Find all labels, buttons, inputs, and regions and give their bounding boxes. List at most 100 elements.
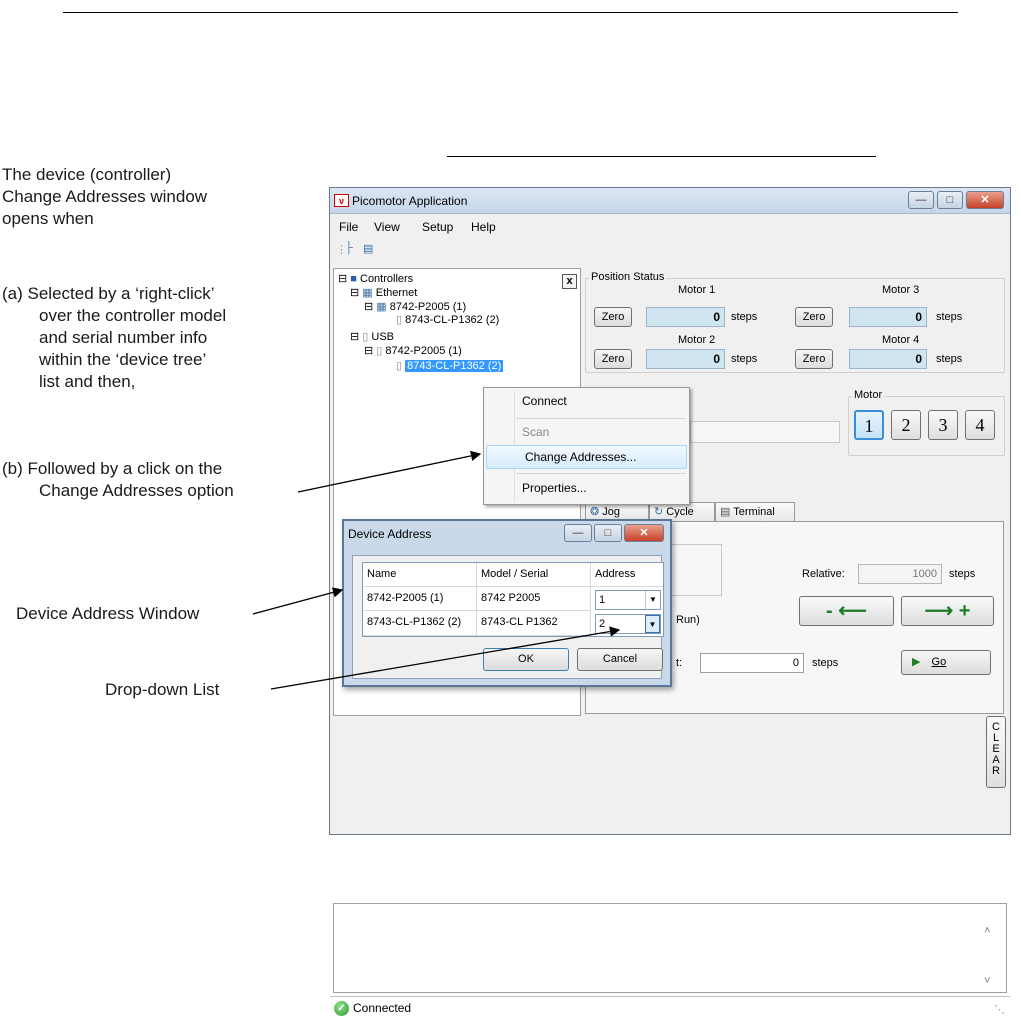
target-units: steps — [812, 657, 839, 669]
column-header-address[interactable]: Address — [591, 563, 663, 587]
step-a-note: (a) Selected by a ‘right-click’ over the… — [2, 283, 226, 393]
relative-steps-input[interactable]: 1000 — [858, 564, 942, 584]
tree-label: USB — [371, 331, 395, 343]
jog-icon: ❂ — [590, 506, 600, 518]
tree-label: Controllers — [360, 273, 414, 285]
motor-4-button[interactable]: 4 — [965, 410, 995, 440]
zero-motor4-button[interactable]: Zero — [795, 349, 833, 369]
title-bar[interactable]: ν Picomotor Application — □ ✕ — [330, 188, 1010, 214]
connected-check-icon: ✓ — [334, 1001, 349, 1016]
motor-3-button[interactable]: 3 — [928, 410, 958, 440]
motor3-label: Motor 3 — [882, 284, 920, 296]
motor1-label: Motor 1 — [678, 284, 716, 296]
motor4-position: 0 — [849, 349, 927, 369]
output-area[interactable] — [333, 903, 1007, 993]
collapse-icon[interactable]: ⊟ — [364, 345, 373, 357]
status-text: Connected — [353, 1001, 412, 1015]
motor-1-button[interactable]: 1 — [854, 410, 884, 440]
go-button[interactable]: ▶ Go — [901, 650, 991, 675]
menu-view[interactable]: View — [374, 220, 400, 234]
clear-button[interactable]: C L E A R — [986, 716, 1006, 788]
title-underline — [447, 156, 876, 157]
window-title: Picomotor Application — [352, 194, 468, 208]
dialog-close-button[interactable]: ✕ — [624, 524, 664, 542]
tree-node-usb[interactable]: ⊟ ▯ USB — [350, 330, 394, 343]
tree-node-usb-device[interactable]: ▯ 8743-CL-P1362 (2) — [396, 359, 504, 372]
tree-node-usb-controller[interactable]: ⊟ ▯ 8742-P2005 (1) — [364, 344, 462, 357]
close-button[interactable]: ✕ — [966, 191, 1004, 209]
collapse-icon[interactable]: ⊟ — [350, 331, 359, 343]
scroll-down-icon[interactable]: ˅ — [984, 975, 990, 987]
dialog-minimize-button[interactable]: — — [564, 524, 592, 542]
chevron-down-icon[interactable]: ▼ — [645, 591, 660, 609]
row-2-model: 8743-CL P1362 — [477, 611, 591, 636]
tab-label: Cycle — [666, 506, 694, 518]
tree-node-eth-device[interactable]: ▯ 8743-CL-P1362 (2) — [396, 313, 499, 326]
column-header-model[interactable]: Model / Serial — [477, 563, 591, 587]
position-status-label: Position Status — [589, 271, 667, 283]
tree-node-controllers[interactable]: ⊟ ■ Controllers — [338, 272, 413, 285]
relative-label: Relative: — [802, 568, 845, 580]
motor1-position: 0 — [646, 307, 725, 327]
menu-separator — [516, 473, 686, 474]
jog-plus-button[interactable]: ⟶ + — [901, 596, 994, 626]
motor1-units: steps — [731, 311, 758, 323]
motor-2-button[interactable]: 2 — [891, 410, 921, 440]
tree-node-eth-controller[interactable]: ⊟ ▦ 8742-P2005 (1) — [364, 300, 466, 313]
cancel-button[interactable]: Cancel — [577, 648, 663, 671]
menu-item-connect[interactable]: Connect — [484, 390, 689, 414]
step-b-line: (b) Followed by a click on the — [2, 459, 223, 478]
motor3-units: steps — [936, 311, 963, 323]
menu-item-change-addresses[interactable]: Change Addresses... — [486, 445, 687, 469]
menu-separator — [516, 418, 686, 419]
row-1-address-dropdown[interactable]: 1 ▼ — [595, 590, 661, 610]
intro-line: The device (controller) — [2, 165, 172, 184]
callout-device-address-window: Device Address Window — [16, 604, 200, 623]
terminal-icon: ▤ — [720, 506, 731, 518]
row-1-name: 8742-P2005 (1) — [363, 587, 477, 611]
tree-label: 8742-P2005 (1) — [385, 345, 462, 357]
tab-label: Terminal — [733, 506, 775, 518]
tree-node-ethernet[interactable]: ⊟ ▦ Ethernet — [350, 286, 417, 299]
maximize-button[interactable]: □ — [937, 191, 963, 209]
scroll-up-icon[interactable]: ˄ — [984, 925, 990, 937]
jog-minus-button[interactable]: - ⟵ — [799, 596, 894, 626]
zero-motor2-button[interactable]: Zero — [594, 349, 632, 369]
row-2-address-dropdown[interactable]: 2 ▼ — [595, 614, 661, 634]
tree-label: 8742-P2005 (1) — [389, 301, 467, 313]
list-view-icon[interactable]: ▤ — [363, 242, 373, 255]
status-bar: ✓ Connected ⋱ — [330, 996, 1010, 1018]
collapse-icon[interactable]: ⊟ — [338, 273, 347, 285]
dialog-maximize-button[interactable]: □ — [594, 524, 622, 542]
intro-line: opens when — [2, 209, 94, 228]
column-header-name[interactable]: Name — [363, 563, 477, 587]
collapse-icon[interactable]: ⊟ — [364, 301, 373, 313]
address-field — [690, 421, 840, 443]
menu-setup[interactable]: Setup — [422, 220, 453, 234]
target-label-partial: t: — [676, 657, 683, 669]
target-steps-input[interactable]: 0 — [700, 653, 804, 673]
menu-file[interactable]: File — [339, 220, 358, 234]
tab-terminal[interactable]: ▤ Terminal — [715, 502, 795, 522]
tab-label: Jog — [602, 506, 621, 518]
chevron-down-icon[interactable]: ▼ — [645, 615, 660, 633]
play-icon: ▶ — [912, 656, 921, 668]
tree-view-icon[interactable]: ├ — [345, 242, 353, 254]
motor2-units: steps — [731, 353, 758, 365]
minimize-button[interactable]: — — [908, 191, 934, 209]
cycle-icon: ↻ — [654, 506, 664, 518]
tree-close-button[interactable]: x — [562, 274, 577, 289]
motor-select-label: Motor — [852, 389, 885, 401]
motor4-label: Motor 4 — [882, 334, 920, 346]
intro-note: The device (controller) Change Addresses… — [2, 164, 207, 230]
zero-motor1-button[interactable]: Zero — [594, 307, 632, 327]
collapse-icon[interactable]: ⊟ — [350, 287, 359, 299]
address-grid: Name Model / Serial Address 8742-P2005 (… — [362, 562, 664, 637]
controller-icon: ▦ — [376, 301, 387, 313]
resize-grip-icon[interactable]: ⋱ — [994, 1003, 1005, 1016]
ok-button[interactable]: OK — [483, 648, 569, 671]
zero-motor3-button[interactable]: Zero — [795, 307, 833, 327]
controller-icon: ▯ — [376, 345, 383, 357]
menu-help[interactable]: Help — [471, 220, 496, 234]
menu-item-properties[interactable]: Properties... — [484, 477, 689, 501]
